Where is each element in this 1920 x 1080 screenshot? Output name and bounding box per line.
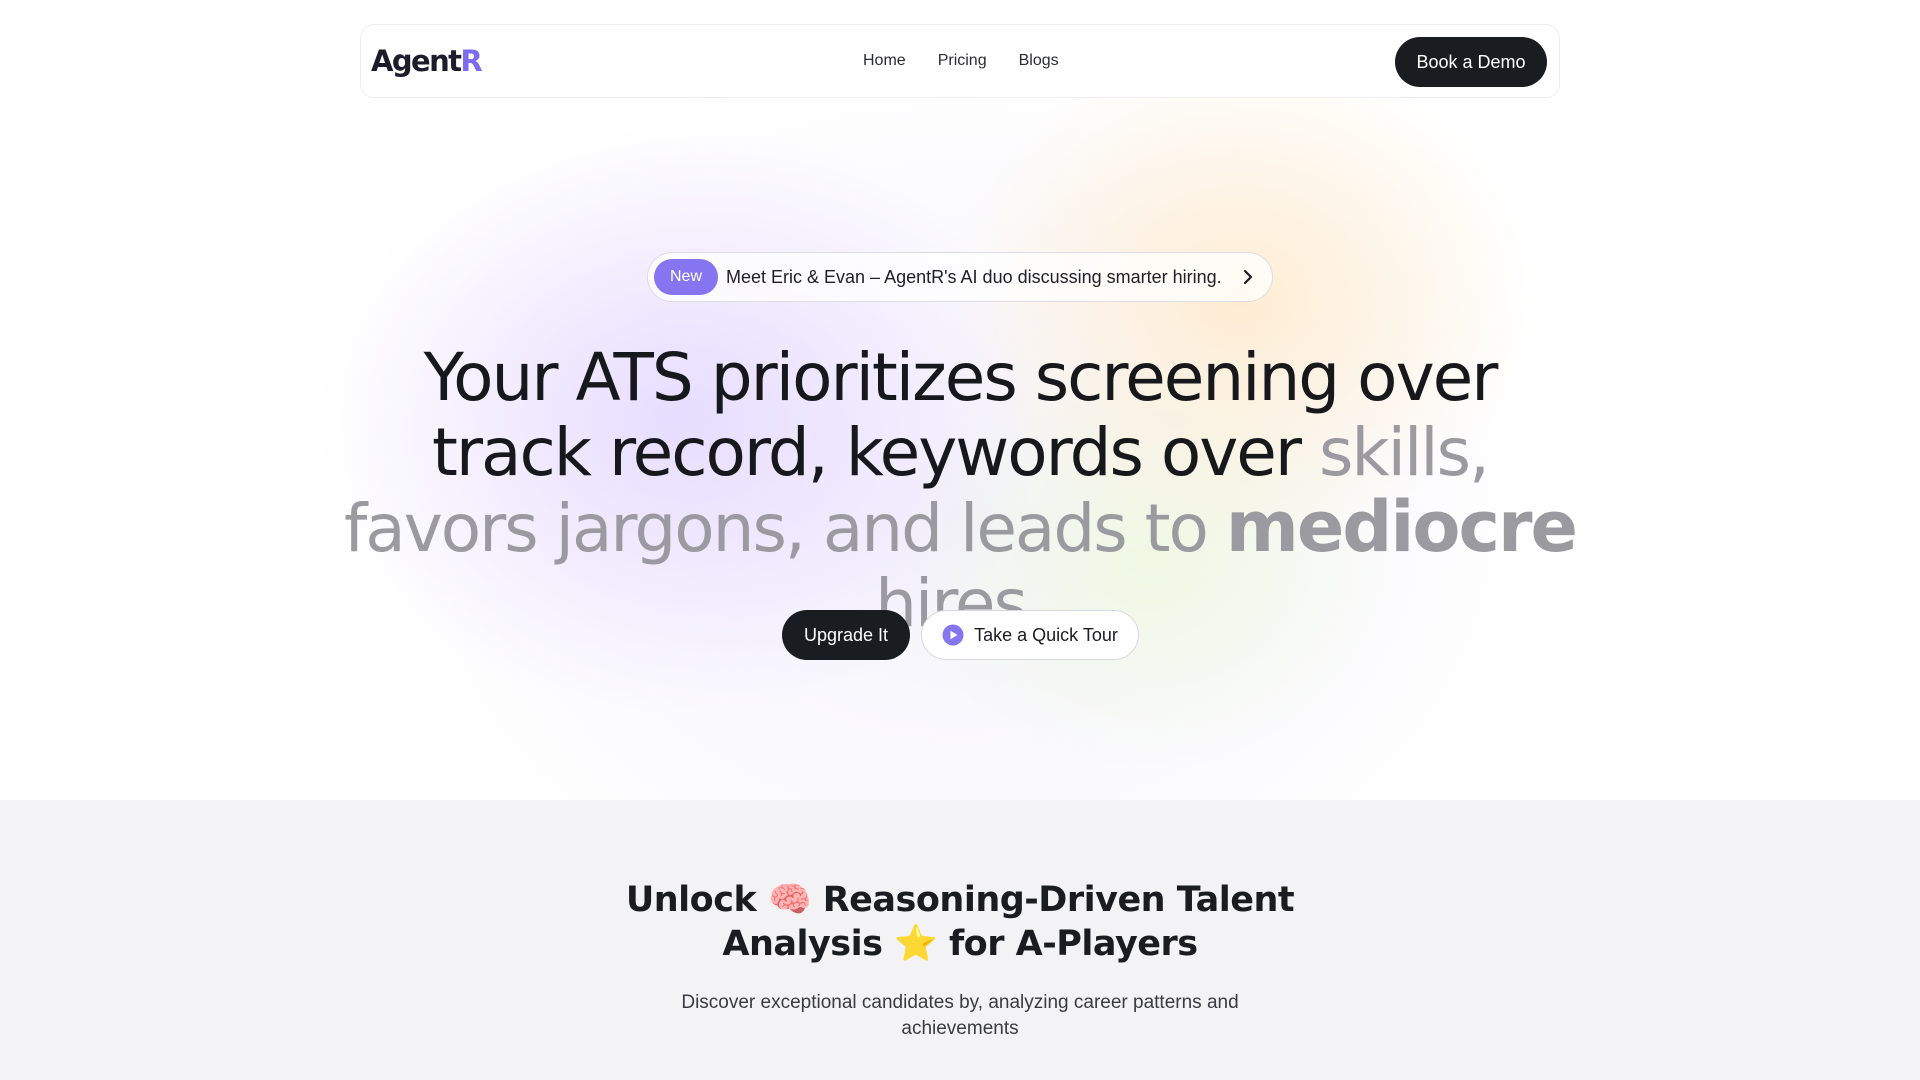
upgrade-button[interactable]: Upgrade It: [782, 610, 910, 660]
section-subtitle: Discover exceptional candidates by, anal…: [681, 992, 1239, 1039]
logo-text: Agent: [371, 44, 462, 78]
new-badge: New: [654, 259, 718, 295]
headline-emphasis-text: mediocre: [1225, 486, 1578, 568]
announcement-text: Meet Eric & Evan – AgentR's AI duo discu…: [726, 266, 1222, 287]
hero-headline: Your ATS prioritizes screening over trac…: [340, 340, 1580, 641]
section-title: Unlock 🧠 Reasoning-Driven Talent Analysi…: [560, 878, 1360, 966]
announcement-pill[interactable]: New Meet Eric & Evan – AgentR's AI duo d…: [647, 252, 1273, 302]
section-title-part1: Unlock: [625, 880, 768, 920]
section-title-part3: for A-Players: [937, 924, 1198, 964]
nav-link-pricing[interactable]: Pricing: [938, 52, 987, 70]
top-navbar: AgentR Home Pricing Blogs Book a Demo: [360, 24, 1560, 98]
logo-accent: R: [460, 44, 482, 78]
hero-cta-row: Upgrade It Take a Quick Tour: [782, 610, 1139, 660]
logo[interactable]: AgentR: [371, 44, 483, 78]
brain-icon: 🧠: [767, 880, 812, 920]
play-icon: [942, 624, 964, 646]
nav-links: Home Pricing Blogs: [863, 25, 1059, 97]
nav-link-blogs[interactable]: Blogs: [1019, 52, 1059, 70]
nav-link-home[interactable]: Home: [863, 52, 906, 70]
chevron-right-icon: [1243, 269, 1253, 285]
quick-tour-button[interactable]: Take a Quick Tour: [921, 610, 1139, 660]
book-demo-button[interactable]: Book a Demo: [1395, 37, 1547, 87]
star-icon: ⭐: [894, 924, 938, 964]
quick-tour-label: Take a Quick Tour: [974, 624, 1118, 645]
